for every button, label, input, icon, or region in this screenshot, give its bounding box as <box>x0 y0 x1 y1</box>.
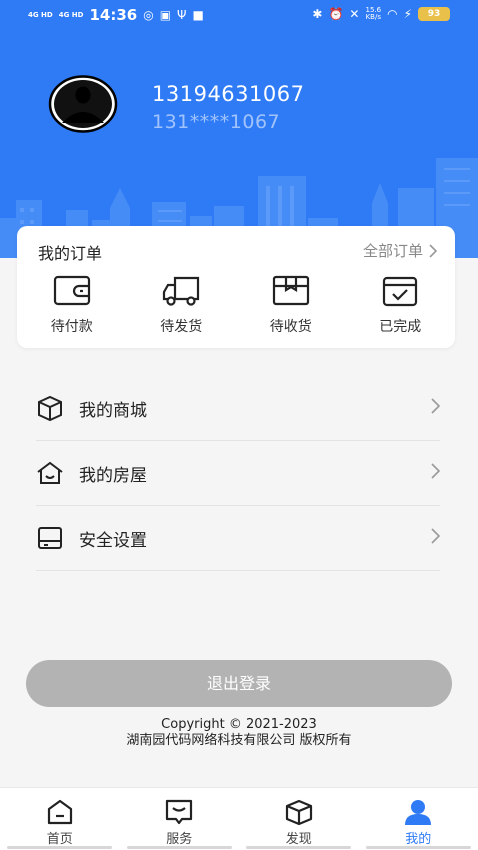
order-pending-receipt[interactable]: 待收货 <box>236 274 346 336</box>
menu-security-settings[interactable]: 安全设置 <box>36 506 440 571</box>
truck-icon <box>163 276 200 306</box>
clock: 14:36 <box>89 6 138 24</box>
chevron-right-icon <box>429 243 437 258</box>
discover-icon <box>285 799 312 826</box>
house-icon <box>37 461 63 484</box>
chevron-right-icon <box>431 463 440 479</box>
bluetooth-icon: ✱ <box>312 7 323 21</box>
package-icon <box>272 275 309 306</box>
user-phone-masked: 131****1067 <box>152 111 281 133</box>
bottom-tab-bar: 首页 服务 发现 我的 <box>0 787 478 850</box>
box-icon <box>38 395 62 422</box>
signal-indicator-1: 4G HD <box>28 11 53 19</box>
completed-icon <box>383 276 418 307</box>
charging-icon: ⚡ <box>403 7 412 21</box>
usb-icon: Ψ <box>177 8 187 22</box>
tab-home[interactable]: 首页 <box>0 788 120 850</box>
copyright: Copyright © 2021-2023 湖南园代码网络科技有限公司 版权所有 <box>126 717 352 748</box>
message-icon: ■ <box>192 8 204 22</box>
all-orders-link[interactable]: 全部订单 <box>363 240 437 261</box>
user-phone: 13194631067 <box>152 82 305 106</box>
order-pending-payment[interactable]: 待付款 <box>17 274 127 336</box>
avatar[interactable] <box>48 75 118 133</box>
tab-discover[interactable]: 发现 <box>239 788 359 850</box>
order-pending-shipment[interactable]: 待发货 <box>127 274 237 336</box>
tab-profile[interactable]: 我的 <box>359 788 478 850</box>
profile-menu: 我的商城 我的房屋 安全设置 <box>36 376 440 571</box>
app-notification-icon: ▣ <box>159 8 172 22</box>
wifi-icon: ◠ <box>387 7 398 21</box>
net-speed: 15.6 KB/s <box>365 6 382 21</box>
device-icon <box>38 527 62 549</box>
home-icon <box>47 799 72 825</box>
orders-card: 我的订单 全部订单 待付款 待发货 待收货 已完成 <box>17 226 455 348</box>
gesture-bar <box>0 846 478 849</box>
mute-icon: ✕ <box>349 7 360 21</box>
battery-indicator: 93 <box>418 7 450 21</box>
tab-service[interactable]: 服务 <box>120 788 240 850</box>
wallet-icon <box>53 275 90 306</box>
chevron-right-icon <box>431 528 440 544</box>
menu-my-mall[interactable]: 我的商城 <box>36 376 440 441</box>
chevron-right-icon <box>431 398 440 414</box>
logout-button[interactable]: 退出登录 <box>26 660 452 707</box>
alarm-icon: ⏰ <box>328 7 344 21</box>
service-icon <box>166 799 193 825</box>
profile-header: 4G HD 4G HD 14:36 ◎ ▣ Ψ ■ ✱ ⏰ ✕ 15.6 KB/… <box>0 0 478 258</box>
profile-icon <box>405 800 432 825</box>
user-avatar-icon <box>48 75 118 133</box>
menu-my-house[interactable]: 我的房屋 <box>36 441 440 506</box>
orders-title: 我的订单 <box>38 244 103 263</box>
signal-indicator-2: 4G HD <box>58 11 84 19</box>
status-bar: 4G HD 4G HD 14:36 ◎ ▣ Ψ ■ ✱ ⏰ ✕ 15.6 KB/… <box>0 0 478 30</box>
notification-icon: ◎ <box>143 8 154 22</box>
order-completed[interactable]: 已完成 <box>346 274 456 336</box>
